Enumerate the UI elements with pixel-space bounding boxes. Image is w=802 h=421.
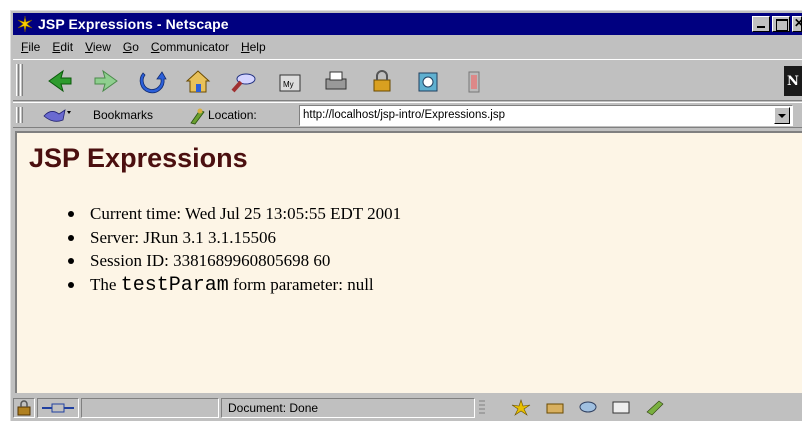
param-code: testParam: [120, 273, 229, 297]
url-input[interactable]: http://localhost/jsp-intro/Expressions.j…: [299, 105, 793, 126]
menu-help-label: elp: [249, 40, 266, 54]
close-button[interactable]: [792, 16, 802, 32]
list-item-session-id: Session ID: 3381689960805698 60: [65, 250, 401, 274]
menu-view-label: iew: [92, 40, 111, 54]
shop-icon[interactable]: [411, 66, 445, 96]
search-icon[interactable]: [227, 66, 261, 96]
status-text: Document: Done: [228, 401, 319, 415]
toolbar-grip[interactable]: [16, 64, 19, 96]
status-bar: Document: Done: [13, 396, 802, 420]
bookmarks-icon[interactable]: [41, 106, 75, 126]
menu-view[interactable]: View: [85, 40, 111, 54]
menu-view-mnemonic: V: [85, 40, 93, 54]
url-text: http://localhost/jsp-intro/Expressions.j…: [303, 109, 505, 121]
page-heading: JSP Expressions: [29, 143, 248, 173]
param-suffix: form parameter: null: [232, 274, 374, 294]
netscape-app-icon[interactable]: [16, 15, 34, 33]
menu-bar: File Edit View Go Communicator Help: [13, 36, 802, 58]
status-message: Document: Done: [221, 398, 475, 418]
menu-go-mnemonic: G: [122, 40, 133, 54]
svg-text:My: My: [283, 80, 294, 89]
menu-edit[interactable]: Edit: [52, 40, 73, 54]
list-item-server: Server: JRun 3.1 3.1.15506: [65, 227, 401, 251]
my-netscape-icon[interactable]: My: [273, 66, 307, 96]
toolbar-grip[interactable]: [16, 107, 19, 123]
location-label: Location:: [208, 108, 257, 122]
navigator-icon[interactable]: [510, 398, 532, 416]
netscape-logo-icon[interactable]: N: [784, 66, 802, 96]
messenger-icon[interactable]: [544, 398, 566, 416]
toolbar-grip[interactable]: [20, 107, 23, 123]
menu-go-label: o: [132, 40, 139, 54]
window-title: JSP Expressions - Netscape: [38, 16, 229, 32]
title-bar[interactable]: JSP Expressions - Netscape: [13, 13, 802, 35]
url-dropdown-button[interactable]: [774, 107, 790, 124]
connection-icon[interactable]: [37, 398, 79, 418]
stop-icon[interactable]: [457, 66, 491, 96]
param-prefix: The: [90, 274, 117, 294]
addressbook-icon[interactable]: [644, 398, 666, 416]
list-item-test-param: The testParam form parameter: null: [65, 274, 401, 298]
home-icon[interactable]: [181, 66, 215, 96]
bookmarks-button[interactable]: Bookmarks: [93, 108, 153, 122]
toolbar-grip[interactable]: [20, 64, 23, 96]
print-icon[interactable]: [319, 66, 353, 96]
expression-list: Current time: Wed Jul 25 13:05:55 EDT 20…: [65, 203, 401, 297]
location-icon[interactable]: [188, 106, 206, 126]
menu-file-label: ile: [28, 40, 41, 54]
progress-bar: [81, 398, 219, 418]
maximize-button[interactable]: [772, 16, 790, 32]
list-item-current-time: Current time: Wed Jul 25 13:05:55 EDT 20…: [65, 203, 401, 227]
menu-file[interactable]: File: [21, 40, 40, 54]
security-lock-icon[interactable]: [13, 398, 35, 418]
forward-icon[interactable]: [89, 66, 123, 96]
minimize-button[interactable]: [752, 16, 770, 32]
newsgroups-icon[interactable]: [577, 398, 599, 416]
menu-edit-label: dit: [60, 40, 74, 54]
reload-icon[interactable]: [135, 66, 169, 96]
component-bar: [477, 398, 795, 418]
menu-communicator[interactable]: Communicator: [151, 40, 229, 54]
navigation-toolbar: My N: [13, 59, 802, 101]
menu-go[interactable]: Go: [123, 40, 139, 54]
location-toolbar: Bookmarks Location: http://localhost/jsp…: [13, 102, 802, 128]
menu-communicator-label: ommunicator: [159, 40, 229, 54]
browser-window: JSP Expressions - Netscape File Edit Vie…: [10, 10, 802, 421]
composer-icon[interactable]: [610, 398, 632, 416]
menu-help[interactable]: Help: [241, 40, 266, 54]
back-icon[interactable]: [43, 66, 77, 96]
menu-help-mnemonic: H: [240, 40, 250, 54]
security-icon[interactable]: [365, 66, 399, 96]
page-content: JSP Expressions Current time: Wed Jul 25…: [15, 131, 802, 393]
component-grip-icon[interactable]: [477, 398, 499, 416]
menu-communicator-mnemonic: C: [150, 40, 160, 54]
